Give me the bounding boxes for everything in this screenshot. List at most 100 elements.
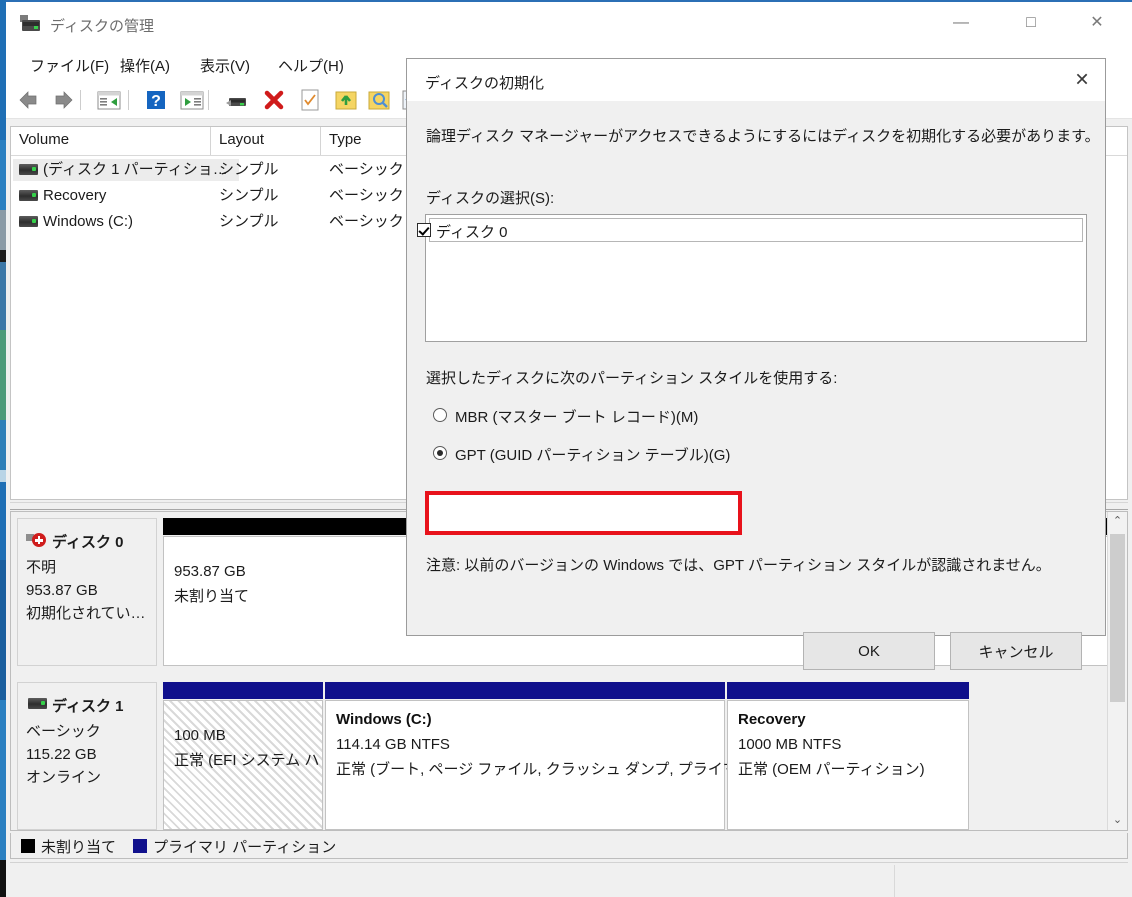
status-bar [10,862,1128,897]
dialog-close-button[interactable]: ✕ [1059,59,1105,100]
partition-body: Recovery 1000 MB NTFS 正常 (OEM パーティション) [727,700,969,830]
volume-cell-name[interactable]: Windows (C:) [13,211,239,233]
forward-arrow-icon[interactable] [50,87,76,113]
menu-view[interactable]: 表示(V) [196,53,254,78]
disk-checkbox[interactable] [417,223,431,237]
disk-status-1: オンライン [26,769,102,786]
volume-name-text: Windows (C:) [43,213,134,230]
dialog-titlebar: ディスクの初期化 ✕ [407,59,1105,101]
radio-mbr-label: MBR (マスター ブート レコード)(M) [455,409,699,426]
column-header-layout[interactable]: Layout [211,127,321,155]
delete-icon[interactable] [261,87,287,113]
disk-capacity-1: 115.22 GB [26,746,97,763]
disk-drive-icon [19,190,38,201]
scroll-down-icon[interactable]: ⌄ [1108,811,1127,830]
toolbar-separator [80,90,81,110]
radio-gpt-indicator[interactable] [433,446,447,460]
partition-body: 100 MB 正常 (EFI システム ハ [163,700,323,830]
disk-error-icon [26,532,50,548]
radio-mbr-indicator[interactable] [433,408,447,422]
maximize-icon: □ [1026,14,1036,31]
help-icon[interactable]: ? [143,87,169,113]
show-hide-console-tree-icon[interactable] [96,87,122,113]
volume-cell-name[interactable]: (ディスク 1 パーティショ… [13,159,239,181]
partition-body: Windows (C:) 114.14 GB NTFS 正常 (ブート, ページ… [325,700,772,830]
menu-action[interactable]: 操作(A) [116,53,174,78]
volume-cell-layout: シンプル [219,161,279,178]
legend-swatch-primary [133,839,147,853]
volume-name-text: Recovery [43,187,107,204]
volume-name-text: (ディスク 1 パーティショ… [43,161,228,178]
disk-selection-listbox[interactable]: ディスク 0 [417,214,1087,342]
graph-pane-scrollbar[interactable]: ⌃ ⌄ [1107,512,1127,830]
disk-name-1: ディスク 1 [52,698,124,715]
initialize-disk-dialog: ディスクの初期化 ✕ 論理ディスク マネージャーがアクセスできるようにするにはデ… [406,58,1106,670]
partition-state: 正常 (ブート, ページ ファイル, クラッシュ ダンプ, プライマリ ハ [336,761,772,778]
disk-name-0: ディスク 0 [52,534,124,551]
close-icon: ✕ [1074,69,1090,89]
menu-help[interactable]: ヘルプ(H) [274,53,348,78]
partition-recovery[interactable]: Recovery 1000 MB NTFS 正常 (OEM パーティション) [727,682,969,830]
disk-item-label: ディスク 0 [436,224,508,241]
window-title: ディスクの管理 [50,18,154,35]
partition-state: 正常 (EFI システム ハ [174,752,320,769]
screen-root: ディスクの管理 — □ ✕ ファイル(F) 操作(A) 表示(V) ヘルプ(H) [0,0,1132,897]
dialog-description: 論理ディスク マネージャーがアクセスできるようにするにはディスクを初期化する必要… [426,128,1100,145]
toolbar-separator [208,90,209,110]
scrollbar-thumb[interactable] [1110,534,1125,702]
window-titlebar: ディスクの管理 — □ ✕ [6,2,1132,46]
legend-label-unallocated: 未割り当て [41,839,117,856]
legend-bar: 未割り当て プライマリ パーティション [10,833,1128,859]
partition-size: 100 MB [174,727,226,744]
minimize-icon: — [953,14,969,31]
status-divider [894,865,895,897]
partition-color-bar [163,682,323,699]
show-action-pane-icon[interactable] [179,87,205,113]
column-header-volume[interactable]: Volume [11,127,211,155]
disk-capacity-0: 953.87 GB [26,582,98,599]
partition-color-bar [727,682,969,699]
properties-icon[interactable] [297,87,323,113]
select-disk-label: ディスクの選択(S): [426,190,555,207]
partition-state: 正常 (OEM パーティション) [738,761,925,778]
partition-color-bar [325,682,725,699]
partition-windows-c[interactable]: Windows (C:) 114.14 GB NTFS 正常 (ブート, ページ… [325,682,772,830]
disk-type-0: 不明 [26,559,57,576]
find-icon[interactable] [366,87,392,113]
disk-drive-icon [19,164,38,175]
disk-block-1: ディスク 1 ベーシック 115.22 GB オンライン 100 MB 正常 (… [11,676,1107,830]
partition-label: Windows (C:) [336,711,432,728]
toolbar-separator [128,90,129,110]
partition-efi[interactable]: 100 MB 正常 (EFI システム ハ [163,682,323,830]
close-icon: ✕ [1090,14,1104,31]
disk-type-1: ベーシック [26,723,101,740]
volume-cell-name[interactable]: Recovery [13,185,239,207]
gpt-highlight-annotation [425,491,742,535]
partition-style-label: 選択したディスクに次のパーティション スタイルを使用する: [426,370,838,387]
ok-button[interactable]: OK [803,632,935,670]
partition-size: 114.14 GB NTFS [336,736,450,753]
legend-label-primary: プライマリ パーティション [153,839,337,856]
svg-text:?: ? [151,93,161,110]
legend-swatch-unallocated [21,839,35,853]
radio-gpt-label: GPT (GUID パーティション テーブル)(G) [455,447,731,464]
cancel-button[interactable]: キャンセル [950,632,1082,670]
back-arrow-icon[interactable] [16,87,42,113]
dialog-title: ディスクの初期化 [425,75,544,92]
disk-drive-icon [19,216,38,227]
minimize-button[interactable]: — [938,2,984,44]
list-item[interactable]: ディスク 0 [417,218,1083,242]
disk-basic-icon [28,698,47,709]
disk-status-0: 初期化されてい… [26,605,146,622]
disk-info-1[interactable]: ディスク 1 ベーシック 115.22 GB オンライン [17,682,157,830]
maximize-button[interactable]: □ [1008,2,1054,44]
disk-info-0[interactable]: ディスク 0 不明 953.87 GB 初期化されてい… [17,518,157,666]
rescan-disks-icon[interactable] [224,87,250,113]
scroll-up-icon[interactable]: ⌃ [1108,512,1127,531]
partition-label: Recovery [738,711,806,728]
close-button[interactable]: ✕ [1074,2,1120,44]
volume-cell-layout: シンプル [219,187,279,204]
menu-file[interactable]: ファイル(F) [26,53,113,78]
export-list-icon[interactable] [333,87,359,113]
dialog-note: 注意: 以前のバージョンの Windows では、GPT パーティション スタイ… [426,557,1051,574]
